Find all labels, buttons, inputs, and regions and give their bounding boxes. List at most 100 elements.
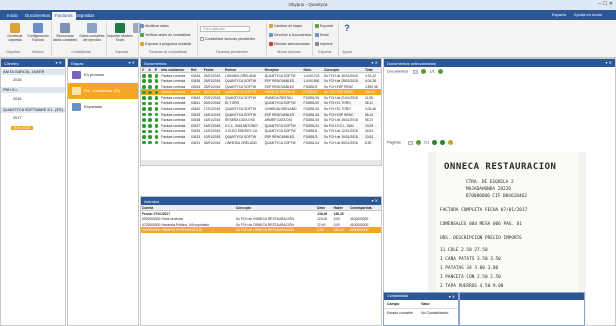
client-anita-garcia[interactable]: ANITA GARCÍA, JAVIER — [1, 69, 65, 75]
documents-table: V A E Info validación Ref. Fecha Emisor Recepto… — [141, 67, 381, 145]
counterpart-cell: 6290000000 — [348, 227, 381, 233]
status-led-icon — [154, 135, 159, 139]
window-controls[interactable]: ─ ☐ ✕ — [598, 1, 613, 7]
tab-depositar[interactable]: Depositar — [72, 12, 97, 20]
change-stage-button[interactable]: Cambiar de etapa — [269, 24, 302, 29]
window-title: Obypuo - Quantyca — [288, 2, 328, 7]
receipt-line: 11 COLE 2.50 27.50 — [440, 248, 488, 253]
filter-combo[interactable]: Filtro aplicado — [200, 26, 250, 32]
total-cell: 8,30 — [364, 140, 372, 145]
issuer-cell: LINHEDIA ORELAND — [225, 140, 257, 145]
receipt-title: ONNECA RESTAURACION — [444, 162, 557, 172]
validation-cell: Factura correcta — [161, 140, 186, 145]
status-led-icon — [148, 90, 152, 95]
pending-checkbox[interactable]: Contabilizar facturas pendientes — [200, 37, 255, 42]
stages-panel: Etapas ▾ ✕ En proceso Pte. contabilizar (… — [67, 58, 139, 326]
pin-icon[interactable]: ▾ ✕ — [129, 60, 135, 65]
status-led-icon — [148, 101, 152, 106]
pin-icon[interactable]: ▾ ✕ — [372, 198, 378, 203]
year-item[interactable]: 2016 — [13, 78, 21, 82]
ledger-icon — [87, 23, 97, 33]
export-button[interactable]: Exportar — [315, 24, 333, 29]
receipt-line: UDS. DESCRIPCION PRECIO IMPORTE — [440, 236, 522, 241]
pin-icon[interactable]: ▾ ✕ — [56, 60, 62, 65]
zoom-out-icon[interactable] — [440, 140, 446, 145]
verify-button[interactable]: Verificar antes de contabilizar — [140, 33, 191, 38]
entry-row[interactable]: 4100000000 ONNECA RESTAURACIÓN Su FCH de … — [141, 227, 381, 233]
group-label: Facturas de contabilidad — [148, 50, 188, 54]
popup-header — [460, 293, 584, 300]
pin-icon[interactable]: ▾ ✕ — [372, 60, 378, 65]
receipt-line: 1 PANCETA CON 2.50 2.50 — [440, 275, 501, 280]
table-row[interactable]: Factura correcta 03431 05/01/2018 LINHEDIA … — [141, 140, 381, 146]
concept-cell: Su FCH de 21/01/2018 — [324, 95, 358, 100]
group-label: Facturas pendientes — [216, 50, 248, 54]
status-led-icon — [154, 124, 159, 128]
space-link[interactable]: Espacio — [552, 12, 566, 17]
rotate-icon[interactable] — [448, 140, 454, 145]
year-item-selected[interactable]: Año 2016 — [11, 126, 34, 130]
ribbon: Gestionar carpetas Configuración Factura… — [0, 20, 616, 58]
prev-icon[interactable] — [407, 140, 413, 145]
prev-icon[interactable] — [413, 69, 419, 74]
concept-cell: Su FCH de 30/01/2018 — [324, 73, 358, 78]
stage-exported[interactable]: Exportado — [68, 99, 138, 115]
receipt-line: COMENSALES 004 MESA 006 PAG. 01 — [440, 222, 522, 227]
pages-pager: Páginas 1/1 — [387, 140, 455, 145]
status-led-icon — [142, 135, 146, 139]
popup-columns: Campo Valor — [384, 300, 458, 309]
year-item[interactable]: 2016 — [13, 97, 21, 101]
zoom-in-icon[interactable] — [432, 140, 438, 145]
pin-icon[interactable]: ▾ ✕ — [606, 60, 612, 65]
number-cell: F10851/14 — [303, 140, 320, 145]
horizontal-scrollbar[interactable] — [141, 160, 381, 165]
nav-icon[interactable] — [415, 140, 421, 145]
export-accounting-button[interactable]: Exportar a programa contable — [140, 42, 191, 47]
stage-icon — [269, 24, 273, 29]
status-led-icon — [154, 112, 159, 117]
email-button[interactable]: Email — [315, 33, 329, 38]
help-button[interactable]: ? — [340, 23, 354, 34]
status-led-icon — [142, 118, 146, 123]
status-led-icon — [148, 118, 152, 123]
delete-selected-button[interactable]: Eliminar seleccionadas — [269, 42, 310, 47]
status-led-icon — [142, 140, 146, 145]
status-led-icon — [142, 129, 146, 134]
fiscal-data-button[interactable]: Datos contables del ejercicio — [79, 23, 105, 42]
pending-icon — [72, 87, 81, 95]
ribbon-tab-row: Inicio Documentos Facturas Depositar Esp… — [0, 10, 616, 20]
ref-cell: 03431 — [191, 140, 201, 145]
receipt-line: B70000000 CIF B84628463 — [466, 194, 527, 199]
tab-inicio[interactable]: Inicio — [4, 12, 21, 20]
close-icon[interactable]: ▾ ✕ — [449, 294, 455, 299]
stage-in-process[interactable]: En proceso — [68, 67, 138, 83]
receipt-line: MAJADAHONDA 28220 — [466, 187, 511, 192]
nav-icon[interactable] — [421, 69, 427, 74]
tab-documentos[interactable]: Documentos — [22, 12, 53, 20]
help-mode-link[interactable]: Ayuda en modo — [574, 12, 602, 17]
nav-icon[interactable] — [437, 69, 443, 74]
status-led-icon — [154, 101, 159, 106]
year-item[interactable]: 2017 — [13, 116, 21, 120]
accounting-popup: Contabilidad ▾ ✕ Campo Valor Estado conta… — [383, 292, 459, 326]
return-documents-button[interactable]: Devolver a Documentos — [269, 33, 311, 38]
client-quantyca[interactable]: QUANTYCA SOFTWARE S.L. (ES) — [1, 107, 65, 113]
status-led-icon — [142, 73, 146, 78]
status-led-icon — [148, 79, 152, 83]
stage-pending[interactable]: Pte. contabilizar (11) — [68, 83, 138, 99]
status-led-icon — [142, 84, 146, 89]
status-led-icon — [154, 118, 159, 123]
concept-cell: Su FCH de ONNECA RESTAURACIÓN — [234, 227, 317, 233]
print-button[interactable]: Imprimir — [315, 42, 333, 47]
receipt-line: 1 CAÑA PATATS 3.50 3.50 — [440, 257, 501, 262]
sync-accounting-button[interactable]: Sincronizar datos contables — [52, 23, 78, 42]
receipt-line: 1 PATATAS 34 3.00 3.00 — [440, 266, 499, 271]
documents-pager: Documentos 1/1 — [387, 69, 445, 74]
modify-data-button[interactable]: Modificar datos — [140, 24, 169, 29]
invoice-config-button[interactable]: Configuración Factura — [25, 23, 51, 42]
panel-header: Clientes ▾ ✕ — [1, 59, 65, 67]
client-pbh[interactable]: PBH S.L. — [1, 87, 65, 93]
concept-cell: Su FCH de 25/01/2018 — [323, 78, 364, 84]
popup-header: Contabilidad ▾ ✕ — [384, 293, 458, 300]
status-led-icon — [148, 129, 152, 134]
